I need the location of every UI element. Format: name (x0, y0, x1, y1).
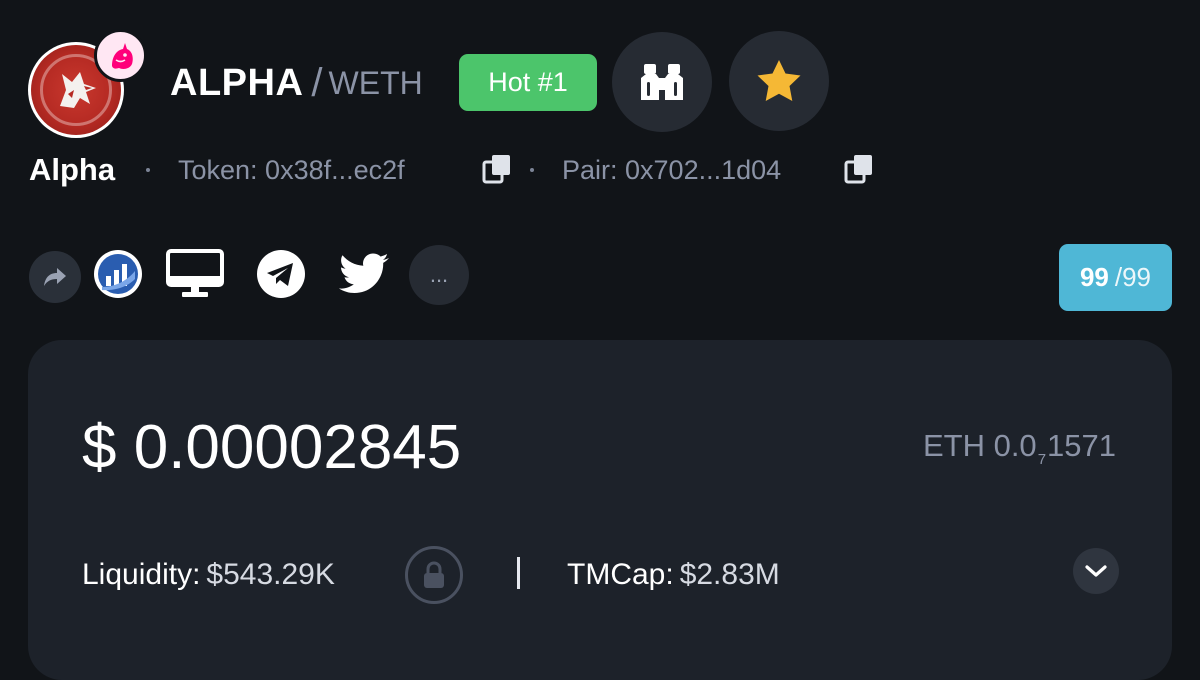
token-name: Alpha (29, 152, 116, 187)
liquidity-value: $543.29K (206, 558, 335, 591)
twitter-icon (339, 253, 389, 293)
separator-dot (146, 168, 150, 172)
eth-price: ETH 0.071571 (923, 428, 1116, 468)
score-max: /99 (1114, 262, 1152, 292)
liquidity-label: Liquidity: (82, 558, 201, 591)
eth-price-zero-count: 7 (1037, 451, 1047, 468)
metric-divider (517, 557, 520, 589)
copy-token-address-button[interactable] (481, 152, 515, 186)
eth-price-prefix: ETH 0.0 (922, 428, 1037, 463)
chevron-down-icon (1085, 565, 1107, 577)
usd-price: $ 0.00002845 (82, 413, 462, 482)
favorite-button[interactable] (729, 31, 829, 131)
price-card (28, 340, 1172, 680)
telegram-icon (257, 250, 305, 298)
lock-icon (424, 561, 444, 588)
website-link[interactable] (165, 248, 225, 300)
score-value: 99 (1079, 262, 1109, 292)
eth-price-digits: 1571 (1047, 428, 1116, 463)
copy-icon (844, 155, 872, 184)
twitter-link[interactable] (338, 248, 392, 300)
pair-separator: / (311, 60, 323, 105)
tmcap-label: TMCap: (567, 558, 674, 591)
more-links-button[interactable]: ... (409, 245, 469, 305)
quote-symbol: WETH (328, 64, 423, 101)
tmcap-value: $2.83M (679, 558, 780, 591)
pair-title: ALPHA / WETH (170, 58, 423, 108)
share-icon (44, 268, 66, 286)
watch-button[interactable] (612, 32, 712, 132)
token-address: Token: 0x38f...ec2f (178, 154, 405, 185)
chart-site-icon (94, 250, 142, 298)
pair-address: Pair: 0x702...1d04 (562, 154, 782, 185)
base-symbol: ALPHA (170, 61, 304, 104)
liquidity-metric: Liquidity: $543.29K (82, 555, 335, 595)
copy-pair-address-button[interactable] (843, 152, 877, 186)
copy-icon (482, 155, 510, 184)
separator-dot (530, 168, 534, 172)
telegram-link[interactable] (255, 248, 307, 300)
binoculars-icon (641, 64, 683, 100)
hot-rank-badge[interactable]: Hot #1 (459, 54, 597, 111)
expand-details-button[interactable] (1073, 548, 1119, 594)
website-icon (166, 249, 224, 297)
star-icon (757, 60, 801, 101)
share-button[interactable] (29, 251, 81, 303)
token-score-badge[interactable]: 99 /99 (1059, 244, 1172, 311)
tmcap-metric: TMCap: $2.83M (567, 555, 780, 595)
uniswap-unicorn-icon (94, 29, 147, 82)
liquidity-lock-button[interactable] (405, 546, 463, 604)
chart-site-link[interactable] (92, 248, 144, 300)
